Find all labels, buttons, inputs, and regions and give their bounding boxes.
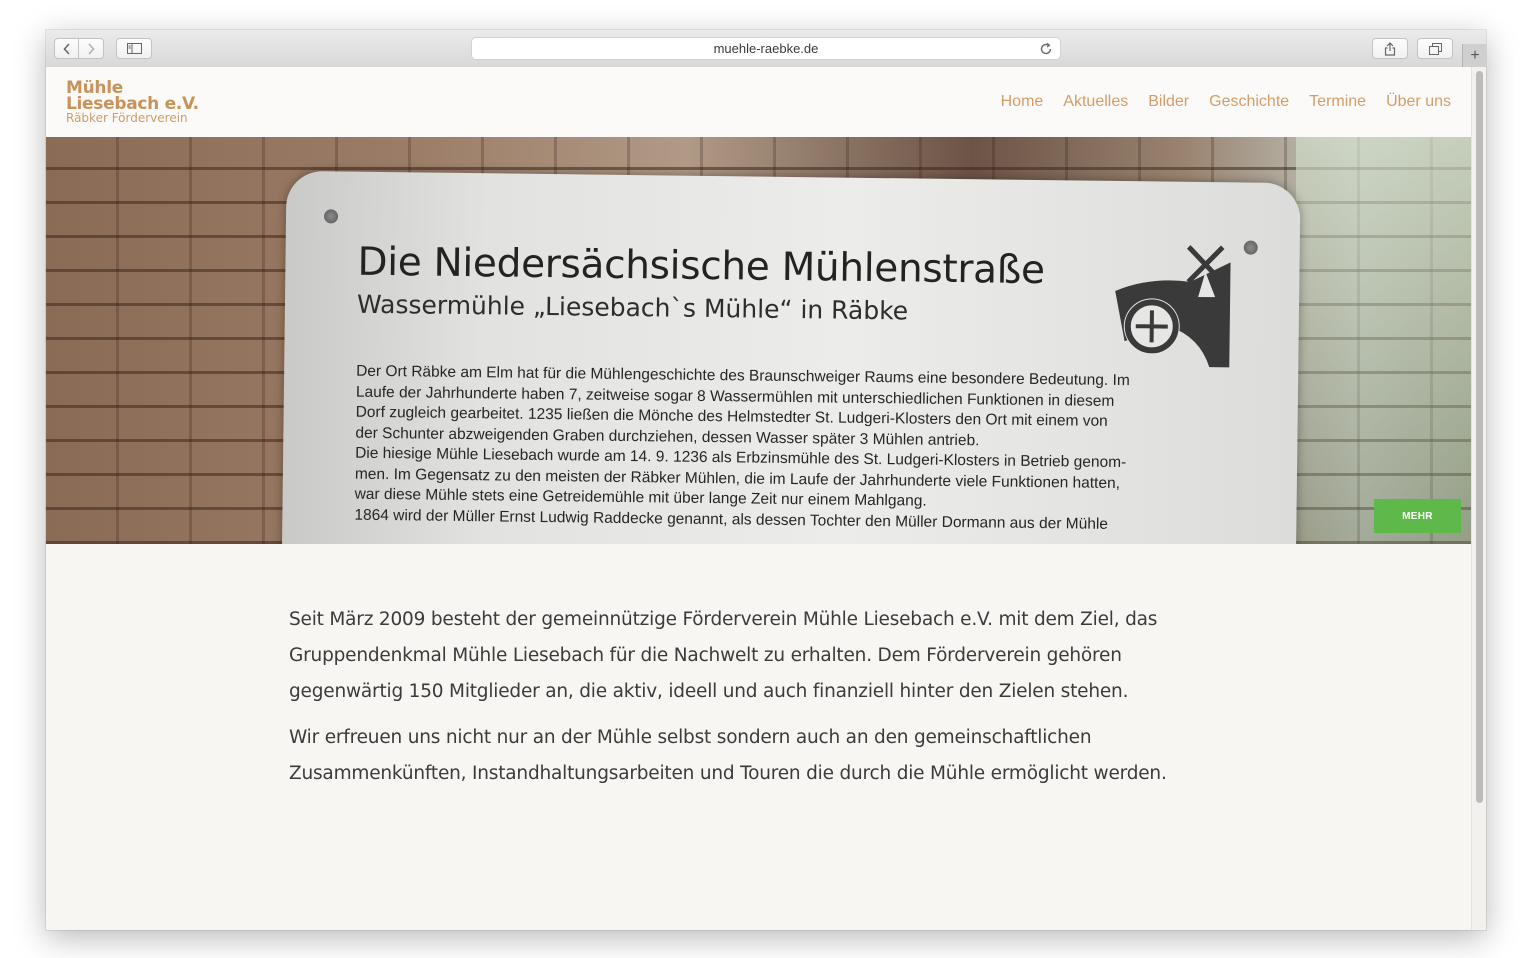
logo-line-2: Liesebach e.V. — [66, 94, 199, 114]
garden-background — [1296, 137, 1471, 544]
mill-info-sign: Die Niedersächsische Mühlenstraße Wasser… — [281, 170, 1301, 544]
forward-button[interactable] — [79, 38, 104, 59]
chevron-right-icon — [88, 42, 95, 55]
sign-text: Der Ort Räbke am Elm hat für die Mühleng… — [354, 362, 1236, 537]
intro-paragraph-2: Wir erfreuen uns nicht nur an der Mühle … — [289, 727, 1167, 784]
bolt-icon — [1243, 240, 1258, 255]
scrollbar-thumb[interactable] — [1476, 71, 1483, 803]
address-bar[interactable]: muehle-raebke.de — [471, 37, 1061, 60]
mehr-button[interactable]: MEHR — [1374, 499, 1461, 533]
sidebar-button[interactable] — [116, 38, 152, 59]
bolt-icon — [323, 209, 339, 224]
nav-termine[interactable]: Termine — [1309, 93, 1366, 111]
site-header: Mühle Liesebach e.V. Räbker Förderverein… — [46, 67, 1471, 137]
back-button[interactable] — [54, 38, 79, 59]
nav-ueber-uns[interactable]: Über uns — [1386, 93, 1451, 111]
sign-title: Die Niedersächsische Mühlenstraße — [357, 239, 1046, 294]
share-button[interactable] — [1372, 38, 1408, 59]
url-text: muehle-raebke.de — [713, 41, 819, 56]
page-scrollbar[interactable] — [1471, 67, 1486, 930]
tabs-icon — [1428, 42, 1442, 55]
intro-paragraph-1: Seit März 2009 besteht der gemeinnützige… — [289, 609, 1158, 702]
intro-content: Seit März 2009 besteht der gemeinnützige… — [289, 602, 1189, 802]
share-icon — [1384, 41, 1396, 56]
new-tab-button[interactable]: + — [1462, 44, 1486, 67]
site-logo[interactable]: Mühle Liesebach e.V. Räbker Förderverein — [66, 80, 199, 125]
main-nav: Home Aktuelles Bilder Geschichte Termine… — [1001, 93, 1451, 111]
logo-line-3: Räbker Förderverein — [66, 111, 188, 125]
browser-toolbar: muehle-raebke.de + — [46, 30, 1486, 68]
nav-aktuelles[interactable]: Aktuelles — [1063, 93, 1128, 111]
tabs-overview-button[interactable] — [1417, 38, 1453, 59]
browser-window: muehle-raebke.de + Mühle Liesebach e.V. … — [46, 30, 1486, 930]
hero-image: Die Niedersächsische Mühlenstraße Wasser… — [46, 137, 1471, 544]
sidebar-icon — [126, 43, 142, 54]
nav-geschichte[interactable]: Geschichte — [1209, 93, 1289, 111]
nav-bilder[interactable]: Bilder — [1148, 93, 1189, 111]
sign-subtitle: Wassermühle „Liesebach`s Mühle“ in Räbke — [356, 289, 909, 326]
reload-icon[interactable] — [1038, 41, 1054, 57]
windmill-icon — [1115, 245, 1231, 368]
nav-home[interactable]: Home — [1001, 93, 1044, 111]
chevron-left-icon — [62, 42, 70, 55]
history-nav — [54, 38, 104, 59]
web-page: Mühle Liesebach e.V. Räbker Förderverein… — [46, 67, 1471, 930]
